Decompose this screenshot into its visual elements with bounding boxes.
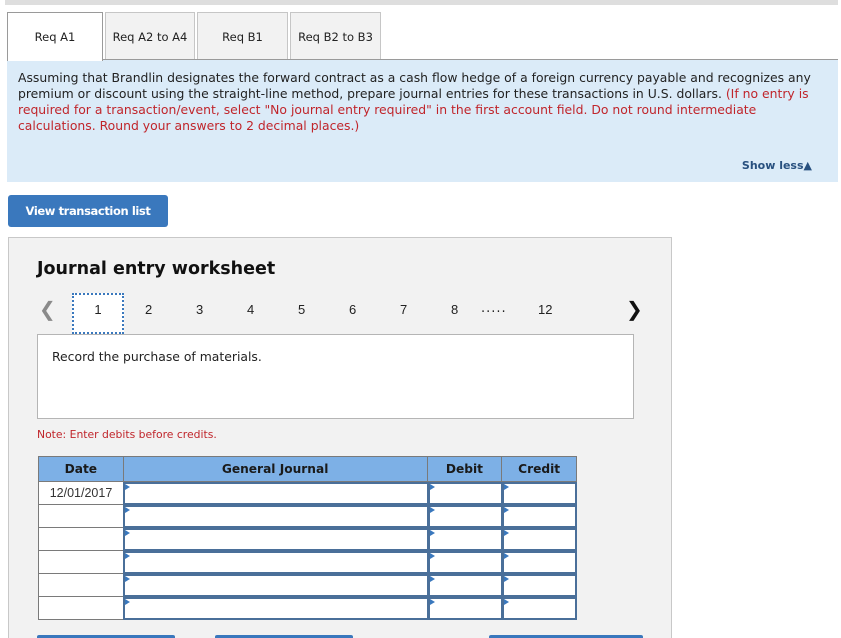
header-date: Date [39,457,124,481]
debit-input[interactable] [428,505,503,528]
table-row [38,597,577,620]
account-input[interactable] [123,597,429,620]
debit-input[interactable] [428,574,503,597]
account-input[interactable] [123,482,429,505]
dropdown-flag-icon [125,507,130,513]
dropdown-flag-icon [430,484,435,490]
dropdown-flag-icon [430,530,435,536]
dropdown-flag-icon [504,484,509,490]
date-cell [38,551,124,574]
page-4[interactable]: 4 [247,302,254,317]
dropdown-flag-icon [125,576,130,582]
credit-input[interactable] [502,551,577,574]
credit-input[interactable] [502,597,577,620]
debit-input[interactable] [428,528,503,551]
worksheet-title: Journal entry worksheet [37,259,276,279]
transaction-description: Record the purchase of materials. [52,349,262,364]
page-3[interactable]: 3 [196,302,203,317]
journal-entry-worksheet: Journal entry worksheet ❮ 1 2 3 4 5 6 7 … [8,237,672,638]
credit-input[interactable] [502,482,577,505]
pager-ellipsis: ..... [481,301,507,316]
date-cell [38,528,124,551]
table-row [38,551,577,574]
dropdown-flag-icon [504,530,509,536]
triangle-up-icon: ▲ [803,159,812,172]
page-12[interactable]: 12 [538,302,552,317]
journal-table: Date General Journal Debit Credit 12/01/… [38,456,577,620]
date-cell [38,597,124,620]
tab-req-b2-to-b3[interactable]: Req B2 to B3 [290,12,381,60]
date-cell [38,505,124,528]
table-row [38,574,577,597]
debits-note: Note: Enter debits before credits. [37,428,217,441]
page-8[interactable]: 8 [451,302,458,317]
debit-input[interactable] [428,551,503,574]
chevron-left-icon[interactable]: ❮ [39,297,56,321]
show-less-label: Show less [741,159,804,172]
dropdown-flag-icon [430,553,435,559]
table-row: 12/01/2017 [38,482,577,505]
instructions-main: Assuming that Brandlin designates the fo… [18,70,811,101]
dropdown-flag-icon [430,507,435,513]
dropdown-flag-icon [125,553,130,559]
dropdown-flag-icon [430,576,435,582]
instructions-panel: Assuming that Brandlin designates the fo… [7,60,838,182]
view-transaction-list-button[interactable]: View transaction list [8,195,168,227]
page-7[interactable]: 7 [400,302,407,317]
dropdown-flag-icon [504,553,509,559]
debit-input[interactable] [428,597,503,620]
credit-input[interactable] [502,528,577,551]
transaction-description-box: Record the purchase of materials. [37,334,634,419]
show-less-link[interactable]: Show less▲ [742,159,812,172]
dropdown-flag-icon [504,599,509,605]
dropdown-flag-icon [125,599,130,605]
credit-input[interactable] [502,505,577,528]
header-credit: Credit [518,462,561,476]
page-2[interactable]: 2 [145,302,152,317]
header-general-journal: General Journal [124,457,428,481]
requirement-tabs: Req A1 Req A2 to A4 Req B1 Req B2 to B3 [7,12,383,61]
page-1[interactable]: 1 [72,293,124,334]
worksheet-pager: ❮ 1 2 3 4 5 6 7 8 ..... 12 ❯ [9,293,673,334]
dropdown-flag-icon [125,530,130,536]
tab-req-b1[interactable]: Req B1 [197,12,288,60]
journal-table-header: Date General Journal Debit Credit [38,456,577,482]
tab-req-a1[interactable]: Req A1 [7,12,103,61]
page-5[interactable]: 5 [298,302,305,317]
account-input[interactable] [123,551,429,574]
dropdown-flag-icon [504,576,509,582]
tab-req-a2-to-a4[interactable]: Req A2 to A4 [105,12,195,60]
account-input[interactable] [123,528,429,551]
dropdown-flag-icon [430,599,435,605]
table-row [38,528,577,551]
top-scroll-bar [5,0,838,5]
page-6[interactable]: 6 [349,302,356,317]
instructions-text: Assuming that Brandlin designates the fo… [18,70,833,134]
date-cell [38,574,124,597]
account-input[interactable] [123,505,429,528]
dropdown-flag-icon [504,507,509,513]
date-cell: 12/01/2017 [38,482,124,505]
credit-input[interactable] [502,574,577,597]
table-row [38,505,577,528]
dropdown-flag-icon [125,484,130,490]
chevron-right-icon[interactable]: ❯ [626,297,643,321]
debit-input[interactable] [428,482,503,505]
header-debit: Debit [428,457,503,481]
account-input[interactable] [123,574,429,597]
